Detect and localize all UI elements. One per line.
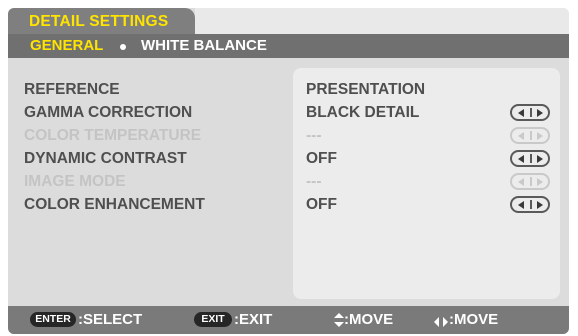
move-up-down-hint: :MOVE	[344, 311, 394, 328]
tab-white-balance[interactable]: WHITE BALANCE	[141, 37, 267, 54]
setting-label: IMAGE MODE	[24, 173, 126, 190]
left-arrow-icon[interactable]	[518, 155, 524, 163]
setting-label: DYNAMIC CONTRAST	[24, 150, 187, 167]
subtab-bar: GENERAL WHITE BALANCE	[8, 34, 569, 58]
menu-title: DETAIL SETTINGS	[29, 13, 169, 30]
right-arrow-icon[interactable]	[537, 201, 543, 209]
tab-separator-dot	[120, 44, 126, 50]
select-hint: :SELECT	[78, 311, 143, 328]
exit-hint: :EXIT	[234, 311, 273, 328]
left-right-selector-icon	[510, 127, 550, 144]
setting-row-dynamic-contrast[interactable]: DYNAMIC CONTRAST OFF	[8, 149, 569, 171]
left-right-arrow-icon	[434, 314, 448, 327]
selector-divider	[530, 177, 532, 186]
setting-label: GAMMA CORRECTION	[24, 104, 193, 121]
move-left-right-hint: :MOVE	[449, 311, 499, 328]
setting-value: ---	[306, 127, 322, 144]
left-arrow-icon[interactable]	[518, 109, 524, 117]
right-arrow-icon	[537, 178, 543, 186]
setting-label: COLOR TEMPERATURE	[24, 127, 202, 144]
left-arrow-icon	[518, 178, 524, 186]
setting-value: ---	[306, 173, 322, 190]
title-strip	[195, 8, 569, 34]
left-right-selector-icon[interactable]	[510, 150, 550, 167]
enter-key-badge: ENTER	[30, 312, 76, 327]
left-arrow-icon[interactable]	[518, 201, 524, 209]
setting-row-gamma-correction[interactable]: GAMMA CORRECTION BLACK DETAIL	[8, 103, 569, 125]
menu-title-tab: DETAIL SETTINGS	[8, 8, 195, 34]
setting-value: PRESENTATION	[306, 81, 426, 98]
setting-row-image-mode: IMAGE MODE ---	[8, 172, 569, 194]
left-right-selector-icon[interactable]	[510, 196, 550, 213]
right-arrow-icon[interactable]	[537, 109, 543, 117]
right-arrow-icon[interactable]	[537, 155, 543, 163]
selector-divider	[530, 108, 532, 117]
setting-value: OFF	[306, 196, 337, 213]
tab-general[interactable]: GENERAL	[30, 37, 103, 54]
selector-divider	[530, 154, 532, 163]
setting-row-reference[interactable]: REFERENCE PRESENTATION	[8, 80, 569, 102]
setting-label: REFERENCE	[24, 81, 120, 98]
setting-label: COLOR ENHANCEMENT	[24, 196, 205, 213]
left-right-selector-icon	[510, 173, 550, 190]
selector-divider	[530, 200, 532, 209]
detail-settings-menu: DETAIL SETTINGS GENERAL WHITE BALANCE RE…	[8, 8, 569, 334]
footer-help-bar: ENTER :SELECT EXIT :EXIT :MOVE :MOVE	[8, 306, 569, 334]
right-arrow-icon	[537, 132, 543, 140]
setting-value: OFF	[306, 150, 337, 167]
setting-row-color-enhancement[interactable]: COLOR ENHANCEMENT OFF	[8, 195, 569, 217]
left-arrow-icon	[518, 132, 524, 140]
setting-value: BLACK DETAIL	[306, 104, 420, 121]
selector-divider	[530, 131, 532, 140]
left-right-selector-icon[interactable]	[510, 104, 550, 121]
up-down-arrow-icon	[334, 313, 344, 327]
exit-key-badge: EXIT	[194, 312, 232, 327]
setting-row-color-temperature: COLOR TEMPERATURE ---	[8, 126, 569, 148]
